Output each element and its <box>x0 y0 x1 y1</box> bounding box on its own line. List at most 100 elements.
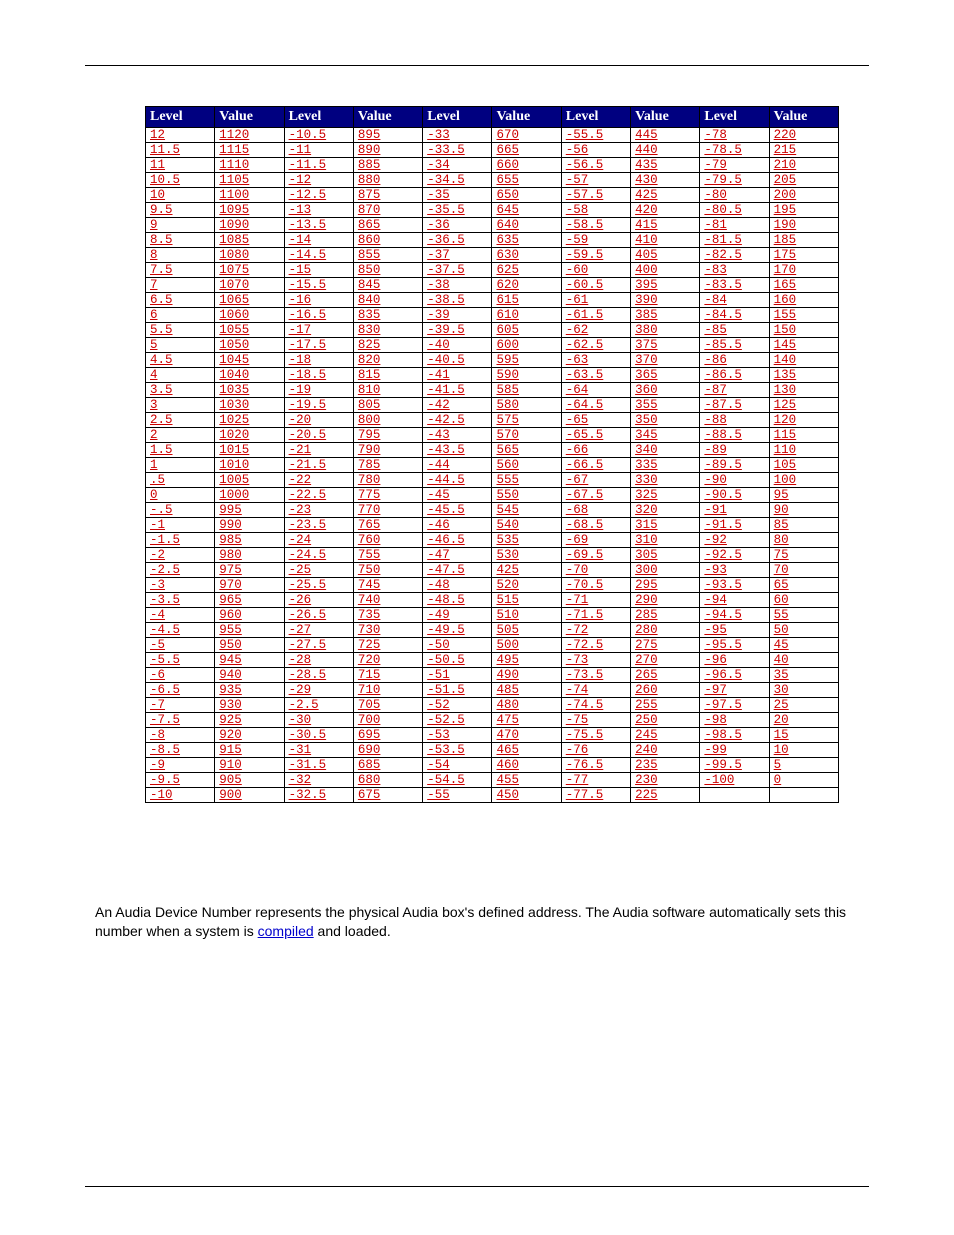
cell-value: 645 <box>492 203 561 218</box>
cell-value: 320 <box>631 503 700 518</box>
compiled-link[interactable]: compiled <box>258 923 314 939</box>
cell-level: -57 <box>561 173 630 188</box>
cell-level: -92.5 <box>700 548 769 563</box>
cell-level: -50 <box>423 638 492 653</box>
cell-value: 390 <box>631 293 700 308</box>
cell-level: -49.5 <box>423 623 492 638</box>
cell-value: 425 <box>631 188 700 203</box>
cell-value: 590 <box>492 368 561 383</box>
cell-level: -28.5 <box>284 668 353 683</box>
top-rule <box>85 65 869 66</box>
cell-value: 135 <box>769 368 838 383</box>
cell-value: 600 <box>492 338 561 353</box>
cell-level: -33 <box>423 128 492 143</box>
cell-level: -76.5 <box>561 758 630 773</box>
table-row: 61060-16.5835-39610-61.5385-84.5155 <box>146 308 839 323</box>
cell-level: -24.5 <box>284 548 353 563</box>
cell-level: 2 <box>146 428 215 443</box>
cell-value: 210 <box>769 158 838 173</box>
cell-level: -55 <box>423 788 492 803</box>
cell-value: 665 <box>492 143 561 158</box>
cell-value: 540 <box>492 518 561 533</box>
cell-value: 1025 <box>215 413 284 428</box>
cell-value: 945 <box>215 653 284 668</box>
cell-value: 895 <box>353 128 422 143</box>
cell-level: -51.5 <box>423 683 492 698</box>
cell-value: 40 <box>769 653 838 668</box>
cell-value: 720 <box>353 653 422 668</box>
cell-value: 1070 <box>215 278 284 293</box>
cell-value: 355 <box>631 398 700 413</box>
cell-level: -35 <box>423 188 492 203</box>
table-row: 3.51035-19810-41.5585-64360-87130 <box>146 383 839 398</box>
cell-level: 1.5 <box>146 443 215 458</box>
cell-level: -36 <box>423 218 492 233</box>
cell-value: 255 <box>631 698 700 713</box>
cell-value: 980 <box>215 548 284 563</box>
cell-level: 10.5 <box>146 173 215 188</box>
cell-value: 455 <box>492 773 561 788</box>
cell-value: 1005 <box>215 473 284 488</box>
cell-level: 11 <box>146 158 215 173</box>
cell-level: -19.5 <box>284 398 353 413</box>
table-row: -6.5935-29710-51.5485-74260-9730 <box>146 683 839 698</box>
cell-level: -60 <box>561 263 630 278</box>
cell-value: 335 <box>631 458 700 473</box>
cell-level: -44.5 <box>423 473 492 488</box>
cell-value: 1050 <box>215 338 284 353</box>
table-row: 2.51025-20800-42.5575-65350-88120 <box>146 413 839 428</box>
cell-level: -84.5 <box>700 308 769 323</box>
cell-value: 375 <box>631 338 700 353</box>
cell-value: 570 <box>492 428 561 443</box>
cell-level: 7 <box>146 278 215 293</box>
cell-level: -96.5 <box>700 668 769 683</box>
cell-value: 660 <box>492 158 561 173</box>
cell-value: 385 <box>631 308 700 323</box>
cell-value: 230 <box>631 773 700 788</box>
cell-level: -20.5 <box>284 428 353 443</box>
cell-level: -97.5 <box>700 698 769 713</box>
table-row: -4960-26.5735-49510-71.5285-94.555 <box>146 608 839 623</box>
cell-value: 225 <box>631 788 700 803</box>
cell-value: 640 <box>492 218 561 233</box>
cell-value: 1075 <box>215 263 284 278</box>
cell-value: 805 <box>353 398 422 413</box>
cell-level: -19 <box>284 383 353 398</box>
cell-value: 1035 <box>215 383 284 398</box>
cell-value: 840 <box>353 293 422 308</box>
cell-level: -47 <box>423 548 492 563</box>
table-row: 111110-11.5885-34660-56.5435-79210 <box>146 158 839 173</box>
cell-value: 915 <box>215 743 284 758</box>
cell-level: -77 <box>561 773 630 788</box>
table-row: -1.5985-24760-46.5535-69310-9280 <box>146 533 839 548</box>
cell-value: 240 <box>631 743 700 758</box>
cell-level: -89 <box>700 443 769 458</box>
cell-value: 160 <box>769 293 838 308</box>
cell-level: -2 <box>146 548 215 563</box>
cell-value: 705 <box>353 698 422 713</box>
cell-level: -25 <box>284 563 353 578</box>
cell-level: -34 <box>423 158 492 173</box>
cell-value: 70 <box>769 563 838 578</box>
cell-level: -87 <box>700 383 769 398</box>
cell-level: -2.5 <box>146 563 215 578</box>
cell-level: -15.5 <box>284 278 353 293</box>
cell-level: -79.5 <box>700 173 769 188</box>
cell-value: 445 <box>631 128 700 143</box>
cell-level: -51 <box>423 668 492 683</box>
cell-level: -69.5 <box>561 548 630 563</box>
table-row: 1.51015-21790-43.5565-66340-89110 <box>146 443 839 458</box>
cell-value: 410 <box>631 233 700 248</box>
cell-value: 800 <box>353 413 422 428</box>
cell-level: -22.5 <box>284 488 353 503</box>
cell-level: -86 <box>700 353 769 368</box>
cell-value: 315 <box>631 518 700 533</box>
paragraph-pre: An Audia Device Number represents the ph… <box>95 904 846 939</box>
cell-level: -16 <box>284 293 353 308</box>
cell-value: 150 <box>769 323 838 338</box>
cell-level: -81 <box>700 218 769 233</box>
cell-value: 580 <box>492 398 561 413</box>
cell-level: -59 <box>561 233 630 248</box>
cell-value: 1080 <box>215 248 284 263</box>
table-row: -8.5915-31690-53.5465-76240-9910 <box>146 743 839 758</box>
